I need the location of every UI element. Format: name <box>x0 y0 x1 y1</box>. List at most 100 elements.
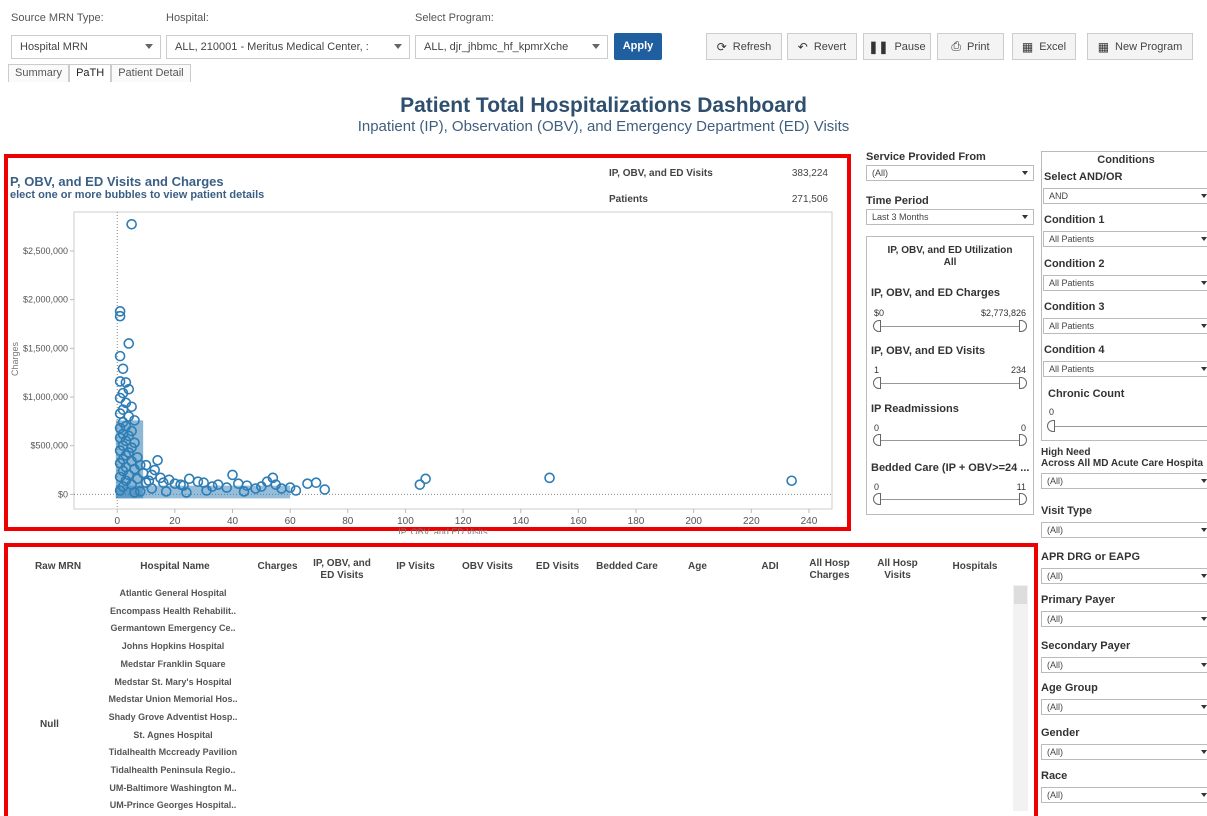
data-point[interactable] <box>544 472 555 484</box>
table-row-hospital[interactable]: Atlantic General Hospital <box>100 588 246 598</box>
data-point[interactable] <box>227 469 238 481</box>
chronic-slider-track[interactable] <box>1053 426 1207 427</box>
visits-slider-min-handle[interactable] <box>873 377 881 389</box>
conditions-title: Conditions <box>1097 154 1155 166</box>
tab-summary[interactable]: Summary <box>8 64 70 82</box>
pause-button[interactable]: ❚❚ Pause <box>863 33 931 60</box>
print-button[interactable]: ⎙ Print <box>937 33 1004 60</box>
visit-type-value: (All) <box>1047 525 1063 535</box>
readm-slider-label: IP Readmissions <box>871 403 959 415</box>
table-row-hospital[interactable]: Shady Grove Adventist Hosp.. <box>100 712 246 722</box>
data-point[interactable] <box>420 473 431 485</box>
secondary-payer-value: (All) <box>1047 660 1063 670</box>
data-point[interactable] <box>117 363 129 375</box>
readm-slider-min-handle[interactable] <box>873 434 881 446</box>
andor-dropdown[interactable]: AND <box>1043 188 1207 204</box>
col-obv-visits[interactable]: OBV Visits <box>455 561 520 573</box>
chevron-down-icon <box>1201 663 1207 667</box>
age-group-value: (All) <box>1047 702 1063 712</box>
program-dropdown[interactable]: ALL, djr_jhbmc_hf_kpmrXche <box>415 35 608 59</box>
charges-slider-track[interactable] <box>878 326 1023 327</box>
col-raw-mrn[interactable]: Raw MRN <box>23 561 93 573</box>
new-program-button[interactable]: ▦ New Program <box>1087 33 1193 60</box>
y-tick-label: $0 <box>58 489 68 499</box>
source-mrn-value: Hospital MRN <box>20 41 88 53</box>
col-all-hosp-visits[interactable]: All Hosp Visits <box>870 558 925 582</box>
col-ip-visits[interactable]: IP Visits <box>388 561 443 573</box>
visit-type-dropdown[interactable]: (All) <box>1041 522 1207 538</box>
pause-label: Pause <box>894 40 926 53</box>
chevron-down-icon <box>1201 617 1207 621</box>
time-period-label: Time Period <box>866 195 929 207</box>
col-hospital-name[interactable]: Hospital Name <box>120 561 230 573</box>
table-scroll-thumb[interactable] <box>1014 586 1027 604</box>
data-point[interactable] <box>123 338 135 349</box>
x-tick-label: 220 <box>743 516 760 527</box>
primary-payer-dropdown[interactable]: (All) <box>1041 611 1207 627</box>
chronic-slider-min-handle[interactable] <box>1047 420 1055 432</box>
data-point[interactable] <box>310 477 322 489</box>
primary-payer-label: Primary Payer <box>1041 594 1115 606</box>
col-charges[interactable]: Charges <box>250 561 305 573</box>
table-row-hospital[interactable]: Medstar St. Mary's Hospital <box>100 677 246 687</box>
tab-path[interactable]: PaTH <box>69 64 112 82</box>
data-point[interactable] <box>126 218 137 230</box>
gender-dropdown[interactable]: (All) <box>1041 744 1207 760</box>
col-hospitals[interactable]: Hospitals <box>945 561 1005 573</box>
table-row-hospital[interactable]: Medstar Franklin Square <box>100 659 246 669</box>
visits-slider-track[interactable] <box>878 383 1023 384</box>
new-program-label: New Program <box>1115 40 1183 53</box>
source-mrn-dropdown[interactable]: Hospital MRN <box>11 35 161 59</box>
table-row-hospital[interactable]: Encompass Health Rehabilit.. <box>100 606 246 616</box>
bedded-slider-min-handle[interactable] <box>873 493 881 505</box>
col-adi[interactable]: ADI <box>755 561 785 573</box>
table-row-hospital[interactable]: Medstar Union Memorial Hos.. <box>100 694 246 704</box>
tab-patient-detail[interactable]: Patient Detail <box>111 64 191 82</box>
scatter-chart[interactable]: $0 $500,000 $1,000,000 $1,500,000 $2,000,000… <box>4 204 851 534</box>
service-from-dropdown[interactable]: (All) <box>866 165 1034 181</box>
col-visits[interactable]: IP, OBV, and ED Visits <box>308 558 376 582</box>
revert-button[interactable]: ↶ Revert <box>787 33 857 60</box>
chevron-down-icon <box>1201 367 1207 371</box>
col-ed-visits[interactable]: ED Visits <box>530 561 585 573</box>
bedded-max: 11 <box>1016 482 1026 492</box>
race-dropdown[interactable]: (All) <box>1041 787 1207 803</box>
condition2-dropdown[interactable]: All Patients <box>1043 275 1207 291</box>
col-bedded-care[interactable]: Bedded Care <box>592 561 662 573</box>
condition3-dropdown[interactable]: All Patients <box>1043 318 1207 334</box>
condition4-dropdown[interactable]: All Patients <box>1043 361 1207 377</box>
hospital-dropdown[interactable]: ALL, 210001 - Meritus Medical Center, : <box>166 35 410 59</box>
table-row-hospital[interactable]: Germantown Emergency Ce.. <box>100 623 246 633</box>
time-period-dropdown[interactable]: Last 3 Months <box>866 209 1034 225</box>
refresh-button[interactable]: ⟳ Refresh <box>706 33 782 60</box>
readm-max: 0 <box>1020 423 1026 433</box>
apply-button[interactable]: Apply <box>614 33 662 60</box>
table-scrollbar[interactable] <box>1013 585 1028 811</box>
excel-button[interactable]: ▦ Excel <box>1012 33 1076 60</box>
revert-icon: ↶ <box>797 39 808 54</box>
col-all-hosp-charges[interactable]: All Hosp Charges <box>807 558 852 582</box>
y-tick-label: $1,000,000 <box>23 392 68 402</box>
data-point[interactable] <box>319 484 331 495</box>
table-row-hospital[interactable]: Tidalhealth Peninsula Regio.. <box>100 765 246 775</box>
x-tick-label: 140 <box>512 516 529 527</box>
table-row-hospital[interactable]: UM-Baltimore Washington M.. <box>100 783 246 793</box>
data-point[interactable] <box>786 475 797 487</box>
col-age[interactable]: Age <box>680 561 715 573</box>
charges-slider-min-handle[interactable] <box>873 320 881 332</box>
secondary-payer-dropdown[interactable]: (All) <box>1041 657 1207 673</box>
table-row-hospital[interactable]: Tidalhealth Mccready Pavilion <box>100 747 246 757</box>
data-point[interactable] <box>152 455 163 466</box>
table-row-hospital[interactable]: Johns Hopkins Hospital <box>100 641 246 651</box>
data-point[interactable] <box>302 478 313 489</box>
condition1-dropdown[interactable]: All Patients <box>1043 231 1207 247</box>
secondary-payer-label: Secondary Payer <box>1041 640 1131 652</box>
apr-drg-dropdown[interactable]: (All) <box>1041 568 1207 584</box>
high-need-dropdown[interactable]: (All) <box>1041 473 1207 489</box>
chevron-down-icon <box>1201 237 1207 241</box>
bedded-slider-track[interactable] <box>878 499 1023 500</box>
readm-slider-track[interactable] <box>878 440 1023 441</box>
age-group-dropdown[interactable]: (All) <box>1041 699 1207 715</box>
table-row-hospital[interactable]: St. Agnes Hospital <box>100 730 246 740</box>
table-row-hospital[interactable]: UM-Prince Georges Hospital.. <box>100 800 246 810</box>
